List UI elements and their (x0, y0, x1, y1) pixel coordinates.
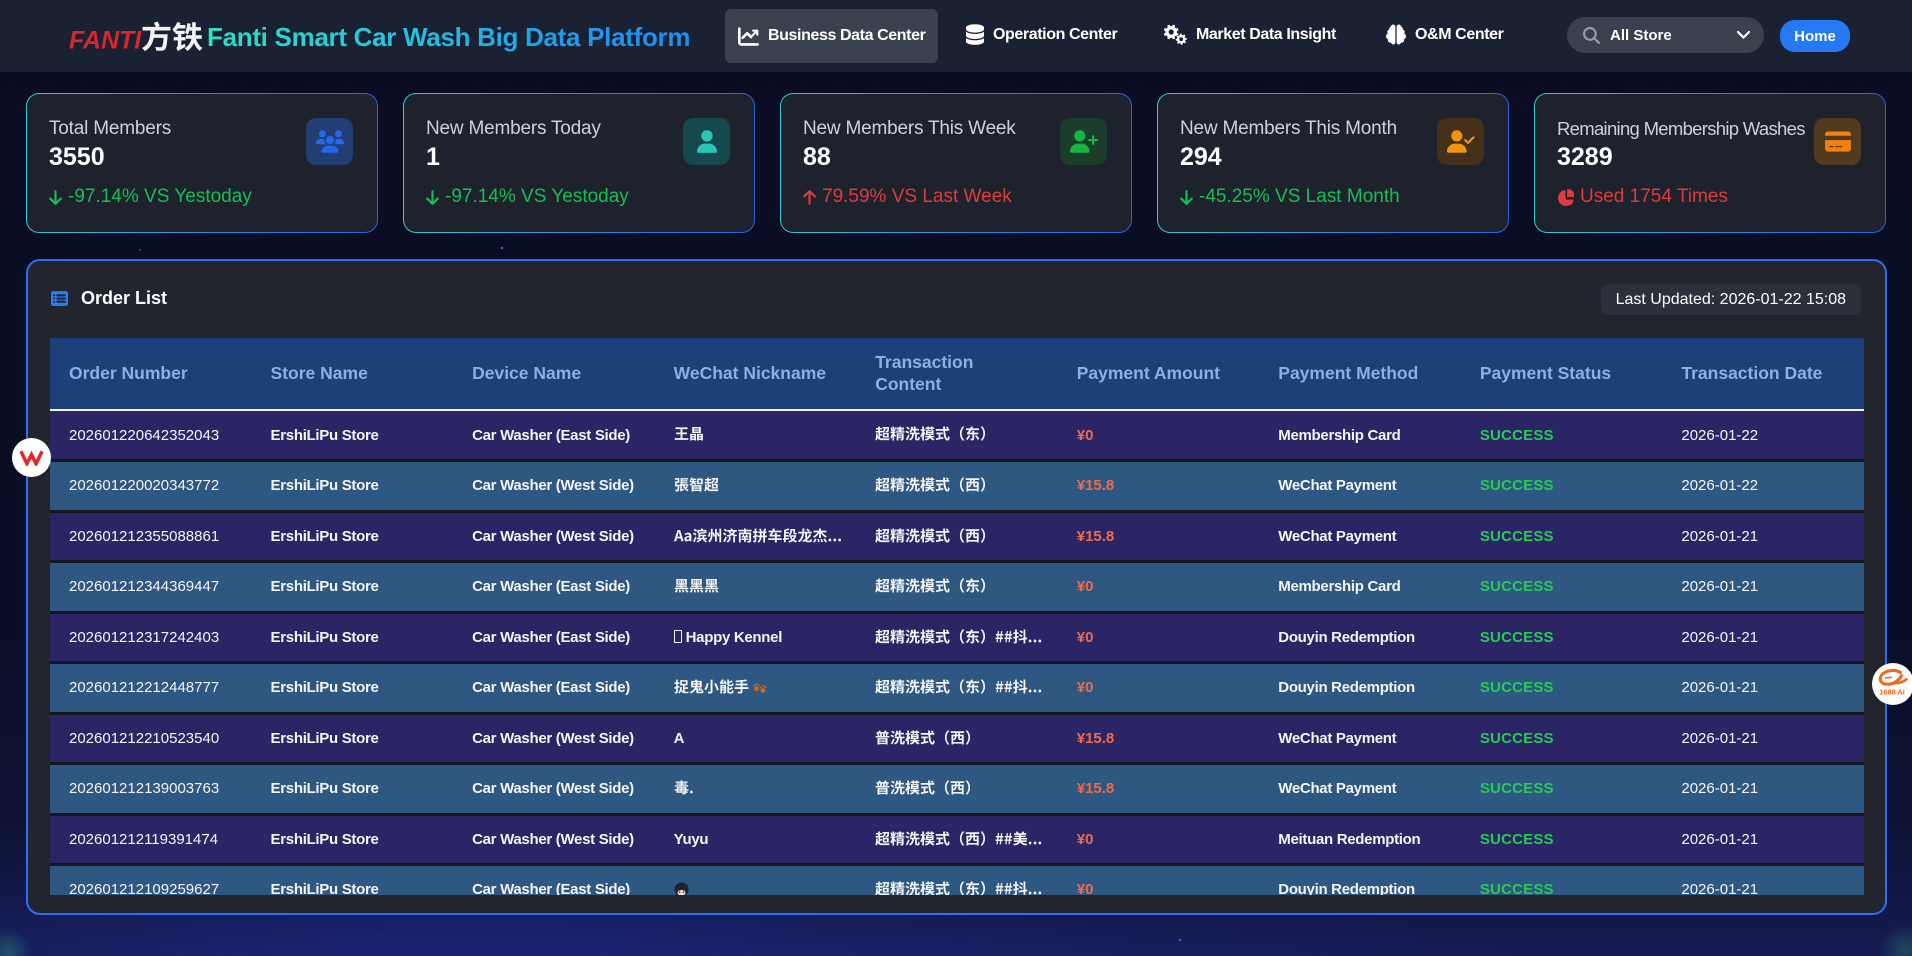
svg-text:1688 Ai: 1688 Ai (1880, 688, 1905, 697)
